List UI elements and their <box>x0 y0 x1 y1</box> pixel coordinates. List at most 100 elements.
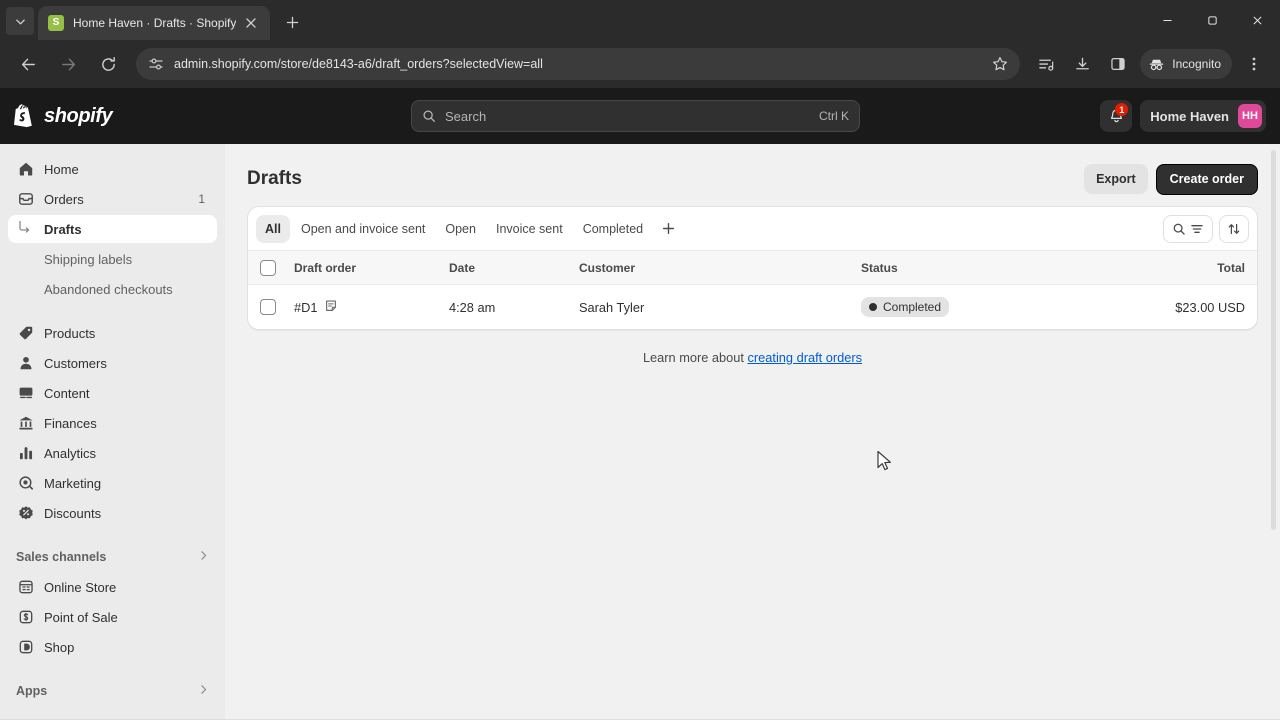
select-all-checkbox-cell[interactable] <box>260 259 294 276</box>
bookmark-button[interactable] <box>992 56 1008 72</box>
tab-all[interactable]: All <box>256 214 290 243</box>
page-scrollbar-thumb[interactable] <box>1271 150 1276 530</box>
sidebar-item-products[interactable]: Products <box>8 319 217 347</box>
search-icon <box>423 110 435 122</box>
store-switcher-button[interactable]: Home Haven HH <box>1140 100 1266 132</box>
tab-open[interactable]: Open <box>436 215 485 243</box>
bar-chart-icon <box>16 443 36 463</box>
sidebar-group-sales-channels[interactable]: Sales channels <box>8 543 217 571</box>
sidebar-subitem-label: Shipping labels <box>44 251 133 267</box>
cell-draft-order[interactable]: #D1 <box>294 299 449 316</box>
learn-more-text: Learn more about creating draft orders <box>247 350 1258 365</box>
sidebar-item-customers[interactable]: Customers <box>8 349 217 377</box>
page-scrollbar[interactable] <box>1269 144 1278 720</box>
sidebar-item-analytics[interactable]: Analytics <box>8 439 217 467</box>
sidebar-item-orders[interactable]: Orders 1 <box>8 185 217 213</box>
sort-button[interactable] <box>1219 214 1249 243</box>
column-header-status[interactable]: Status <box>861 261 1115 275</box>
note-icon[interactable] <box>324 299 338 316</box>
creating-draft-orders-link[interactable]: creating draft orders <box>748 350 863 365</box>
person-icon <box>16 353 36 373</box>
address-bar[interactable]: admin.shopify.com/store/de8143-a6/draft_… <box>136 48 1021 80</box>
storefront-icon <box>16 577 36 597</box>
reading-list-button[interactable] <box>1031 49 1061 79</box>
content-icon <box>16 383 36 403</box>
reload-button[interactable] <box>92 48 124 80</box>
sidebar-item-label: Discounts <box>44 505 102 521</box>
app-body: Home Orders 1 Drafts Shipping labels Aba… <box>0 144 1280 720</box>
browser-chrome: S Home Haven · Drafts · Shopify admin.sh… <box>0 0 1280 88</box>
select-all-checkbox[interactable] <box>260 259 276 276</box>
page-actions: Export Create order <box>1084 163 1258 195</box>
sidebar-orders-badge: 1 <box>198 192 205 206</box>
create-order-button[interactable]: Create order <box>1155 163 1258 195</box>
sidebar-item-online-store[interactable]: Online Store <box>8 573 217 601</box>
chevron-down-icon <box>15 18 25 24</box>
tune-icon <box>149 58 163 70</box>
side-panel-button[interactable] <box>1103 49 1133 79</box>
sidebar-group-apps[interactable]: Apps <box>8 677 217 705</box>
forward-button[interactable] <box>52 48 84 80</box>
incognito-indicator[interactable]: Incognito <box>1140 49 1232 79</box>
kebab-menu-icon <box>1252 57 1256 71</box>
column-header-customer[interactable]: Customer <box>579 261 861 275</box>
column-header-date[interactable]: Date <box>449 261 579 275</box>
sidebar-item-home[interactable]: Home <box>8 155 217 183</box>
sidebar-item-shop[interactable]: Shop <box>8 633 217 661</box>
add-view-button[interactable] <box>654 215 682 243</box>
discount-icon <box>16 503 36 523</box>
plus-icon <box>286 16 299 28</box>
browser-tab[interactable]: S Home Haven · Drafts · Shopify <box>38 6 271 40</box>
table-row[interactable]: #D1 4:28 am Sarah Tyler Completed $23.00… <box>248 285 1257 329</box>
window-controls <box>1145 0 1280 40</box>
tab-search-dropdown-button[interactable] <box>6 7 34 35</box>
site-settings-button[interactable] <box>148 56 164 72</box>
sidebar-item-label: Online Store <box>44 579 117 595</box>
sidebar: Home Orders 1 Drafts Shipping labels Aba… <box>0 144 225 720</box>
window-close-button[interactable] <box>1235 0 1280 40</box>
sidebar-item-point-of-sale[interactable]: Point of Sale <box>8 603 217 631</box>
sidebar-item-content[interactable]: Content <box>8 379 217 407</box>
main-content: Drafts Export Create order All Open and … <box>225 144 1280 720</box>
page-header: Drafts Export Create order <box>247 144 1258 206</box>
sidebar-item-finances[interactable]: Finances <box>8 409 217 437</box>
drafts-card: All Open and invoice sent Open Invoice s… <box>247 206 1258 330</box>
incognito-label: Incognito <box>1172 57 1221 71</box>
shopify-logo[interactable]: shopify <box>14 104 113 128</box>
sidebar-item-abandoned-checkouts[interactable]: Abandoned checkouts <box>8 275 217 303</box>
sidebar-item-label: Point of Sale <box>44 609 118 625</box>
side-panel-icon <box>1111 58 1125 70</box>
sidebar-subitem-label: Abandoned checkouts <box>44 281 173 297</box>
column-header-total[interactable]: Total <box>1115 261 1245 275</box>
sidebar-item-drafts[interactable]: Drafts <box>8 215 217 243</box>
cell-customer: Sarah Tyler <box>579 299 645 315</box>
tab-completed[interactable]: Completed <box>574 215 652 243</box>
column-header-draft-order[interactable]: Draft order <box>294 261 449 275</box>
cell-date: 4:28 am <box>449 299 496 315</box>
reading-list-icon <box>1039 59 1054 71</box>
export-button[interactable]: Export <box>1084 164 1148 194</box>
sidebar-item-shipping-labels[interactable]: Shipping labels <box>8 245 217 273</box>
row-checkbox-cell[interactable] <box>260 299 294 315</box>
notifications-button[interactable]: 1 <box>1100 100 1133 132</box>
row-checkbox[interactable] <box>260 299 276 315</box>
window-minimize-button[interactable] <box>1145 0 1190 40</box>
tab-invoice-sent[interactable]: Invoice sent <box>487 215 572 243</box>
back-button[interactable] <box>12 48 44 80</box>
tab-close-button[interactable] <box>242 14 260 32</box>
sidebar-item-marketing[interactable]: Marketing <box>8 469 217 497</box>
cell-status: Completed <box>861 297 1115 317</box>
browser-menu-button[interactable] <box>1239 49 1269 79</box>
global-search-shortcut: Ctrl K <box>819 109 849 123</box>
tab-open-and-invoice-sent[interactable]: Open and invoice sent <box>292 215 434 243</box>
global-search-input[interactable]: Search Ctrl K <box>411 100 860 132</box>
window-maximize-button[interactable] <box>1190 0 1235 40</box>
sidebar-item-discounts[interactable]: Discounts <box>8 499 217 527</box>
downloads-button[interactable] <box>1067 49 1097 79</box>
search-and-filter-button[interactable] <box>1163 214 1213 243</box>
new-tab-button[interactable] <box>278 8 306 36</box>
learn-more-prefix: Learn more about <box>642 350 748 365</box>
orders-inbox-icon <box>16 189 36 209</box>
